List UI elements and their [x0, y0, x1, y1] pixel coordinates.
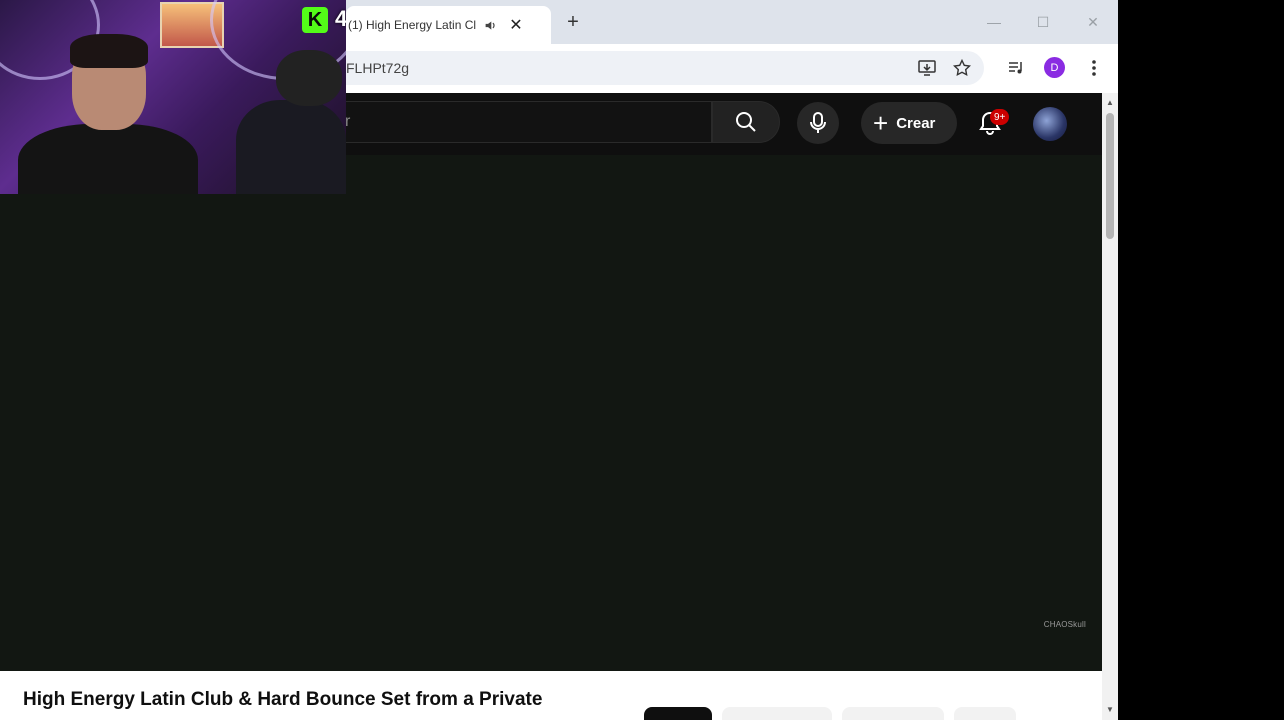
- minimize-icon[interactable]: —: [982, 10, 1006, 34]
- media-controls-icon[interactable]: [1004, 56, 1028, 80]
- player-watermark: CHAOSkull: [1043, 620, 1086, 629]
- address-bar[interactable]: FLHPt72g: [330, 51, 984, 85]
- close-icon[interactable]: ✕: [508, 17, 524, 34]
- viewer-count: 4: [335, 6, 346, 31]
- tab-title: (1) High Energy Latin Club: [348, 18, 476, 32]
- maximize-icon[interactable]: ☐: [1031, 10, 1055, 34]
- window-close-icon[interactable]: ✕: [1081, 10, 1105, 34]
- voice-search-button[interactable]: [797, 102, 839, 144]
- address-url: FLHPt72g: [346, 60, 410, 76]
- search-input[interactable]: r: [300, 101, 712, 143]
- new-tab-button[interactable]: +: [562, 11, 584, 33]
- video-title: High Energy Latin Club & Hard Bounce Set…: [23, 689, 543, 710]
- microphone-icon: [810, 112, 826, 133]
- streamer-person: [10, 34, 198, 194]
- kick-logo-icon: K: [302, 7, 328, 33]
- video-details: High Energy Latin Club & Hard Bounce Set…: [0, 671, 1102, 720]
- recommendation-chip[interactable]: [954, 707, 1016, 720]
- browser-tab[interactable]: (1) High Energy Latin Club ✕: [346, 6, 551, 44]
- page-scrollbar[interactable]: ▲ ▼: [1102, 93, 1118, 720]
- install-app-icon[interactable]: [915, 56, 939, 80]
- menu-dots-icon[interactable]: [1082, 56, 1106, 80]
- bookmark-star-icon[interactable]: [950, 56, 974, 80]
- search-button[interactable]: [712, 101, 780, 143]
- video-player[interactable]: CHAOSkull: [0, 155, 1102, 671]
- recommendation-chip[interactable]: [644, 707, 712, 720]
- webcam-overlay: K 4: [0, 0, 346, 194]
- notifications-badge: 9+: [990, 109, 1010, 125]
- search-icon: [736, 112, 756, 132]
- create-label: Crear: [896, 114, 936, 132]
- speaker-icon[interactable]: [482, 17, 498, 33]
- scrollbar-thumb[interactable]: [1106, 113, 1114, 239]
- guest-person: [236, 50, 346, 194]
- recommendation-chip[interactable]: [722, 707, 832, 720]
- account-avatar[interactable]: [1033, 107, 1067, 141]
- scroll-down-icon[interactable]: ▼: [1105, 704, 1115, 714]
- scroll-up-icon[interactable]: ▲: [1105, 97, 1115, 107]
- recommendation-chip[interactable]: [842, 707, 944, 720]
- screen: (1) High Energy Latin Club ✕ + — ☐ ✕ FLH…: [0, 0, 1284, 720]
- create-button[interactable]: + Crear: [861, 102, 957, 144]
- plus-icon: +: [873, 108, 889, 138]
- browser-profile-avatar[interactable]: D: [1044, 57, 1065, 78]
